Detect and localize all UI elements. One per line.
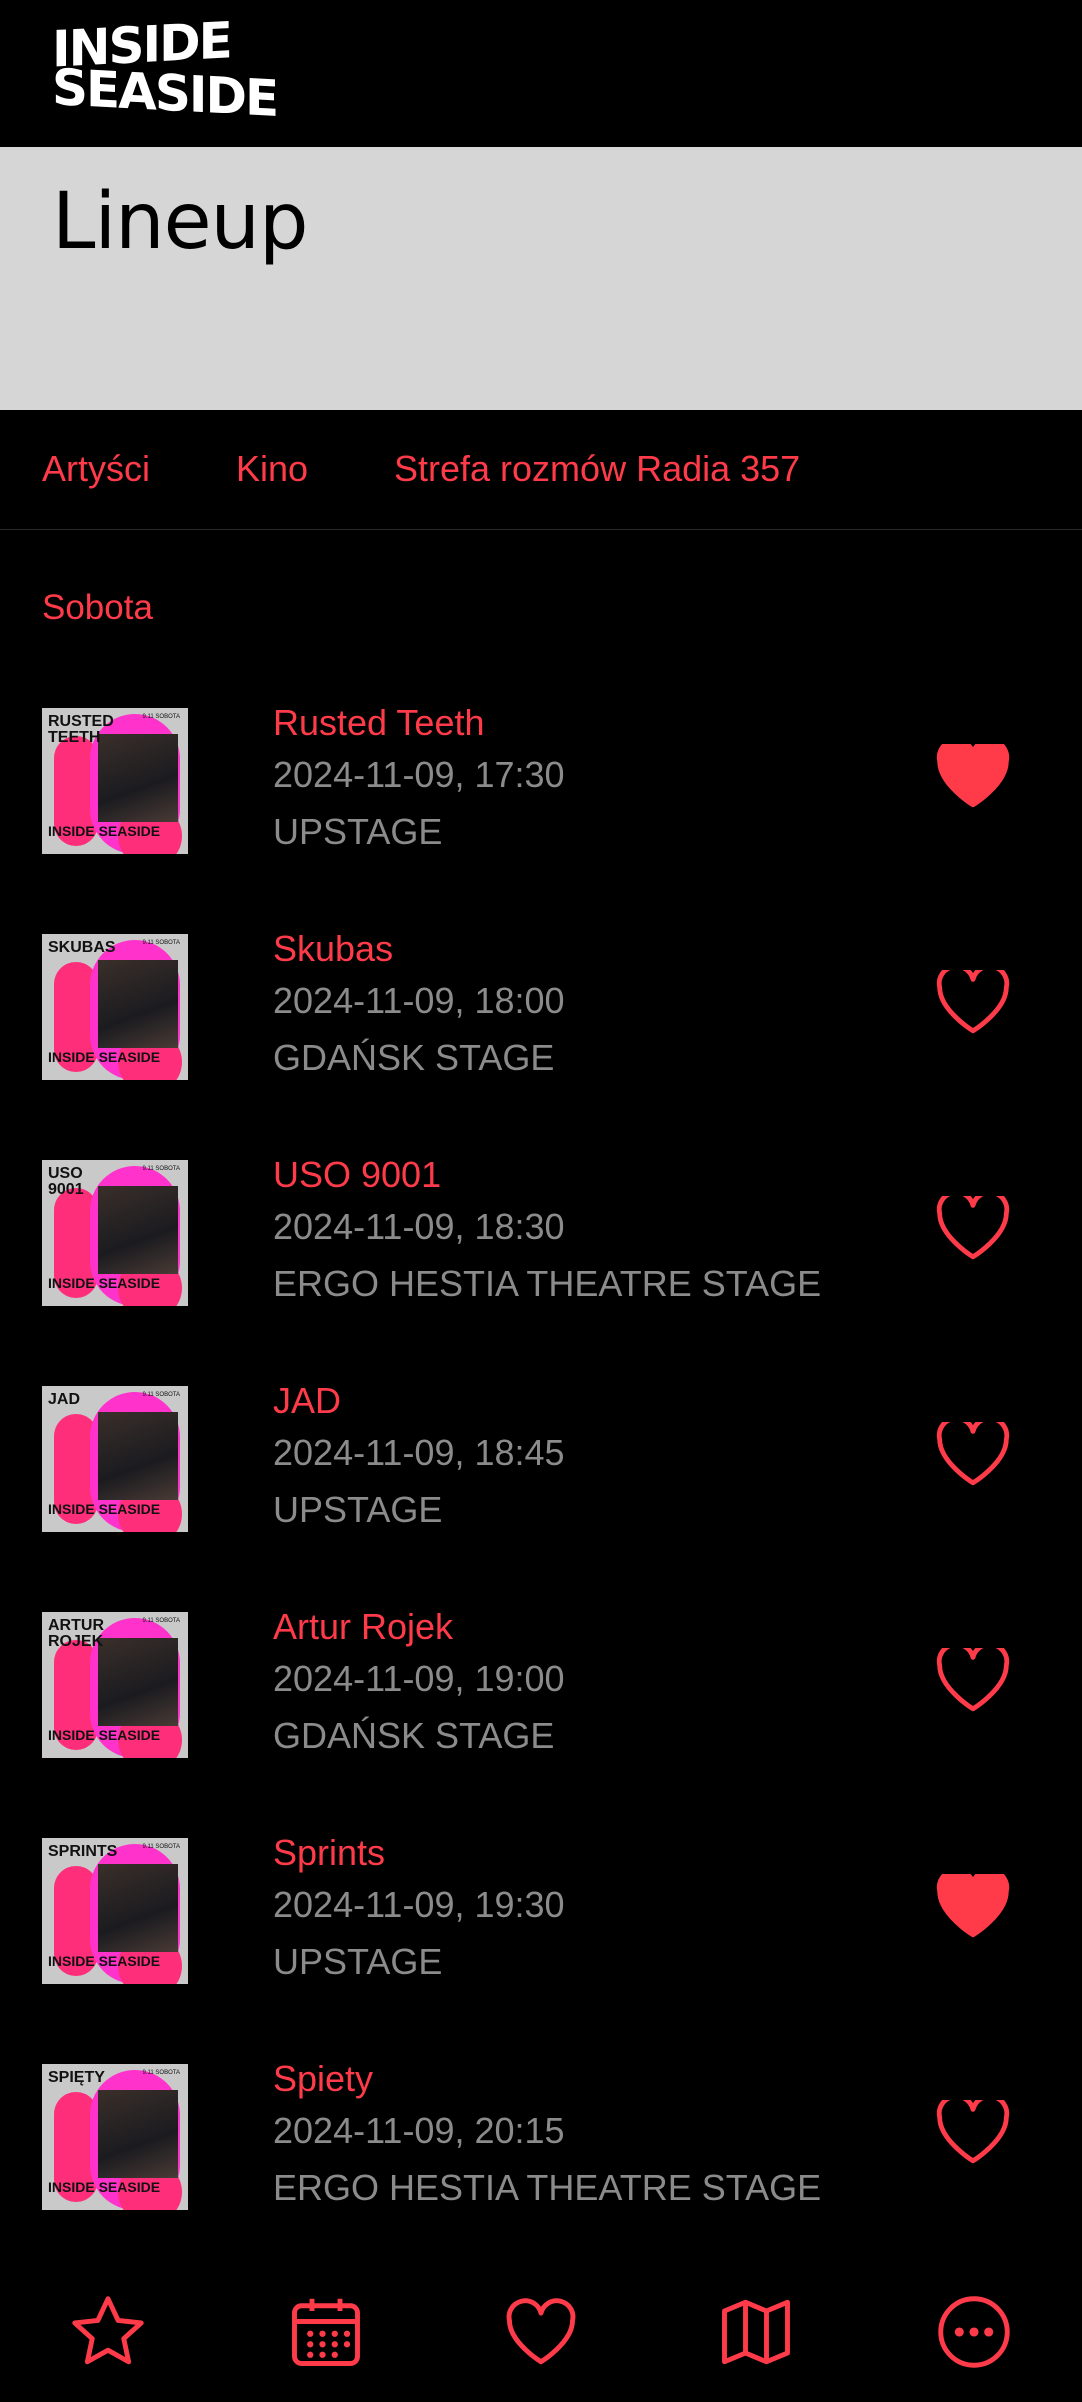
favorite-button[interactable] (936, 737, 1010, 812)
page-header: Lineup (0, 147, 1082, 410)
category-tabs: Artyści Kino Strefa rozmów Radia 357 (0, 410, 1082, 530)
event-datetime: 2024-11-09, 18:00 (273, 980, 565, 1021)
day-heading: Sobota (42, 588, 153, 627)
heart-outline-icon (936, 1189, 1010, 1260)
map-icon (722, 2299, 790, 2365)
event-datetime: 2024-11-09, 19:00 (273, 1658, 565, 1699)
favorite-button[interactable] (936, 1641, 1010, 1716)
event-row[interactable]: SKUBAS 9.11 SOBOTA INSIDE SEASIDE Skubas 202… (0, 928, 1082, 1160)
thumb-logo: INSIDE SEASIDE (48, 823, 161, 840)
event-thumbnail[interactable]: SPRINTS 9.11 SOBOTA INSIDE SEASIDE (42, 1838, 188, 1984)
bottom-navigation (0, 2262, 1082, 2402)
thumb-date-label: 9.11 SOBOTA (142, 2070, 180, 2076)
event-thumbnail[interactable]: JAD 9.11 SOBOTA INSIDE SEASIDE (42, 1386, 188, 1532)
event-name[interactable]: Artur Rojek (273, 1606, 453, 1648)
event-thumbnail[interactable]: SPIĘTY 9.11 SOBOTA INSIDE SEASIDE (42, 2064, 188, 2210)
thumb-logo: INSIDE SEASIDE (48, 1049, 161, 1066)
event-thumbnail[interactable]: RUSTED TEETH 9.11 SOBOTA INSIDE SEASIDE (42, 708, 188, 854)
more-icon (938, 2296, 1010, 2368)
event-name[interactable]: Sprints (273, 1832, 385, 1874)
thumb-artist-label: SPIĘTY (48, 2069, 105, 2086)
thumb-date-label: 9.11 SOBOTA (142, 1844, 180, 1850)
thumb-artist-label: SKUBAS (48, 939, 116, 956)
event-thumbnail[interactable]: ARTUR ROJEK 9.11 SOBOTA INSIDE SEASIDE (42, 1612, 188, 1758)
favorite-button[interactable] (936, 1867, 1010, 1942)
heart-outline-icon (936, 1641, 1010, 1712)
event-stage: UPSTAGE (273, 811, 443, 852)
thumb-logo: INSIDE SEASIDE (48, 1953, 161, 1970)
event-row[interactable]: JAD 9.11 SOBOTA INSIDE SEASIDE JAD 2024-11-0… (0, 1380, 1082, 1612)
tab-strefa-rozmow[interactable]: Strefa rozmów Radia 357 (394, 448, 800, 490)
event-stage: GDAŃSK STAGE (273, 1037, 555, 1078)
thumb-logo: INSIDE SEASIDE (48, 1727, 161, 1744)
thumb-artist-label: RUSTED TEETH (48, 713, 114, 746)
star-icon (72, 2296, 144, 2365)
heart-outline-icon (936, 963, 1010, 1034)
tab-kino[interactable]: Kino (236, 448, 308, 490)
artist-photo (98, 2090, 178, 2178)
event-thumbnail[interactable]: USO 9001 9.11 SOBOTA INSIDE SEASIDE (42, 1160, 188, 1306)
event-name[interactable]: USO 9001 (273, 1154, 441, 1196)
thumb-artist-label: JAD (48, 1391, 81, 1408)
event-datetime: 2024-11-09, 18:30 (273, 1206, 565, 1247)
event-datetime: 2024-11-09, 17:30 (273, 754, 565, 795)
event-datetime: 2024-11-09, 20:15 (273, 2110, 565, 2151)
nav-schedule[interactable] (284, 2290, 368, 2374)
thumb-artist-label: ARTUR ROJEK (48, 1617, 104, 1650)
heart-outline-icon (936, 2093, 1010, 2164)
top-bar: INSIDE SEASIDE (0, 0, 1082, 147)
artist-photo (98, 1186, 178, 1274)
event-row[interactable]: SPRINTS 9.11 SOBOTA INSIDE SEASIDE Sprints 2… (0, 1832, 1082, 2064)
event-row[interactable]: RUSTED TEETH 9.11 SOBOTA INSIDE SEASIDE Rus… (0, 702, 1082, 934)
calendar-icon (292, 2298, 360, 2366)
thumb-artist-label: USO 9001 (48, 1165, 84, 1198)
thumb-date-label: 9.11 SOBOTA (142, 1166, 180, 1172)
favorite-button[interactable] (936, 2093, 1010, 2168)
thumb-logo: INSIDE SEASIDE (48, 2179, 161, 2196)
event-thumbnail[interactable]: SKUBAS 9.11 SOBOTA INSIDE SEASIDE (42, 934, 188, 1080)
artist-photo (98, 734, 178, 822)
thumb-logo: INSIDE SEASIDE (48, 1275, 161, 1292)
event-name[interactable]: Rusted Teeth (273, 702, 484, 744)
event-stage: UPSTAGE (273, 1941, 443, 1982)
favorite-button[interactable] (936, 1189, 1010, 1264)
nav-favorites[interactable] (499, 2290, 583, 2374)
nav-map[interactable] (714, 2290, 798, 2374)
tab-artysci[interactable]: Artyści (42, 448, 150, 490)
event-name[interactable]: JAD (273, 1380, 341, 1422)
heart-filled-icon (936, 737, 1010, 808)
favorite-button[interactable] (936, 1415, 1010, 1490)
thumb-date-label: 9.11 SOBOTA (142, 1618, 180, 1624)
event-row[interactable]: SPIĘTY 9.11 SOBOTA INSIDE SEASIDE Spiety 202… (0, 2058, 1082, 2290)
event-row[interactable]: USO 9001 9.11 SOBOTA INSIDE SEASIDE USO 900… (0, 1154, 1082, 1386)
event-datetime: 2024-11-09, 18:45 (273, 1432, 565, 1473)
heart-outline-icon (936, 1415, 1010, 1486)
heart-icon (506, 2298, 576, 2365)
heart-filled-icon (936, 1867, 1010, 1938)
thumb-date-label: 9.11 SOBOTA (142, 714, 180, 720)
event-datetime: 2024-11-09, 19:30 (273, 1884, 565, 1925)
event-stage: ERGO HESTIA THEATRE STAGE (273, 1263, 822, 1304)
page-title: Lineup (52, 177, 308, 267)
event-stage: UPSTAGE (273, 1489, 443, 1530)
artist-photo (98, 960, 178, 1048)
favorite-button[interactable] (936, 963, 1010, 1038)
festival-logo[interactable]: INSIDE SEASIDE (52, 11, 277, 128)
logo-line-2: SEASIDE (52, 58, 278, 128)
thumb-logo: INSIDE SEASIDE (48, 1501, 161, 1518)
artist-photo (98, 1412, 178, 1500)
nav-more[interactable] (932, 2290, 1016, 2374)
thumb-artist-label: SPRINTS (48, 1843, 118, 1860)
event-row[interactable]: ARTUR ROJEK 9.11 SOBOTA INSIDE SEASIDE Artu… (0, 1606, 1082, 1838)
thumb-date-label: 9.11 SOBOTA (142, 1392, 180, 1398)
thumb-date-label: 9.11 SOBOTA (142, 940, 180, 946)
nav-lineup[interactable] (66, 2290, 150, 2374)
event-name[interactable]: Spiety (273, 2058, 373, 2100)
event-stage: GDAŃSK STAGE (273, 1715, 555, 1756)
event-name[interactable]: Skubas (273, 928, 393, 970)
artist-photo (98, 1638, 178, 1726)
artist-photo (98, 1864, 178, 1952)
event-stage: ERGO HESTIA THEATRE STAGE (273, 2167, 822, 2208)
